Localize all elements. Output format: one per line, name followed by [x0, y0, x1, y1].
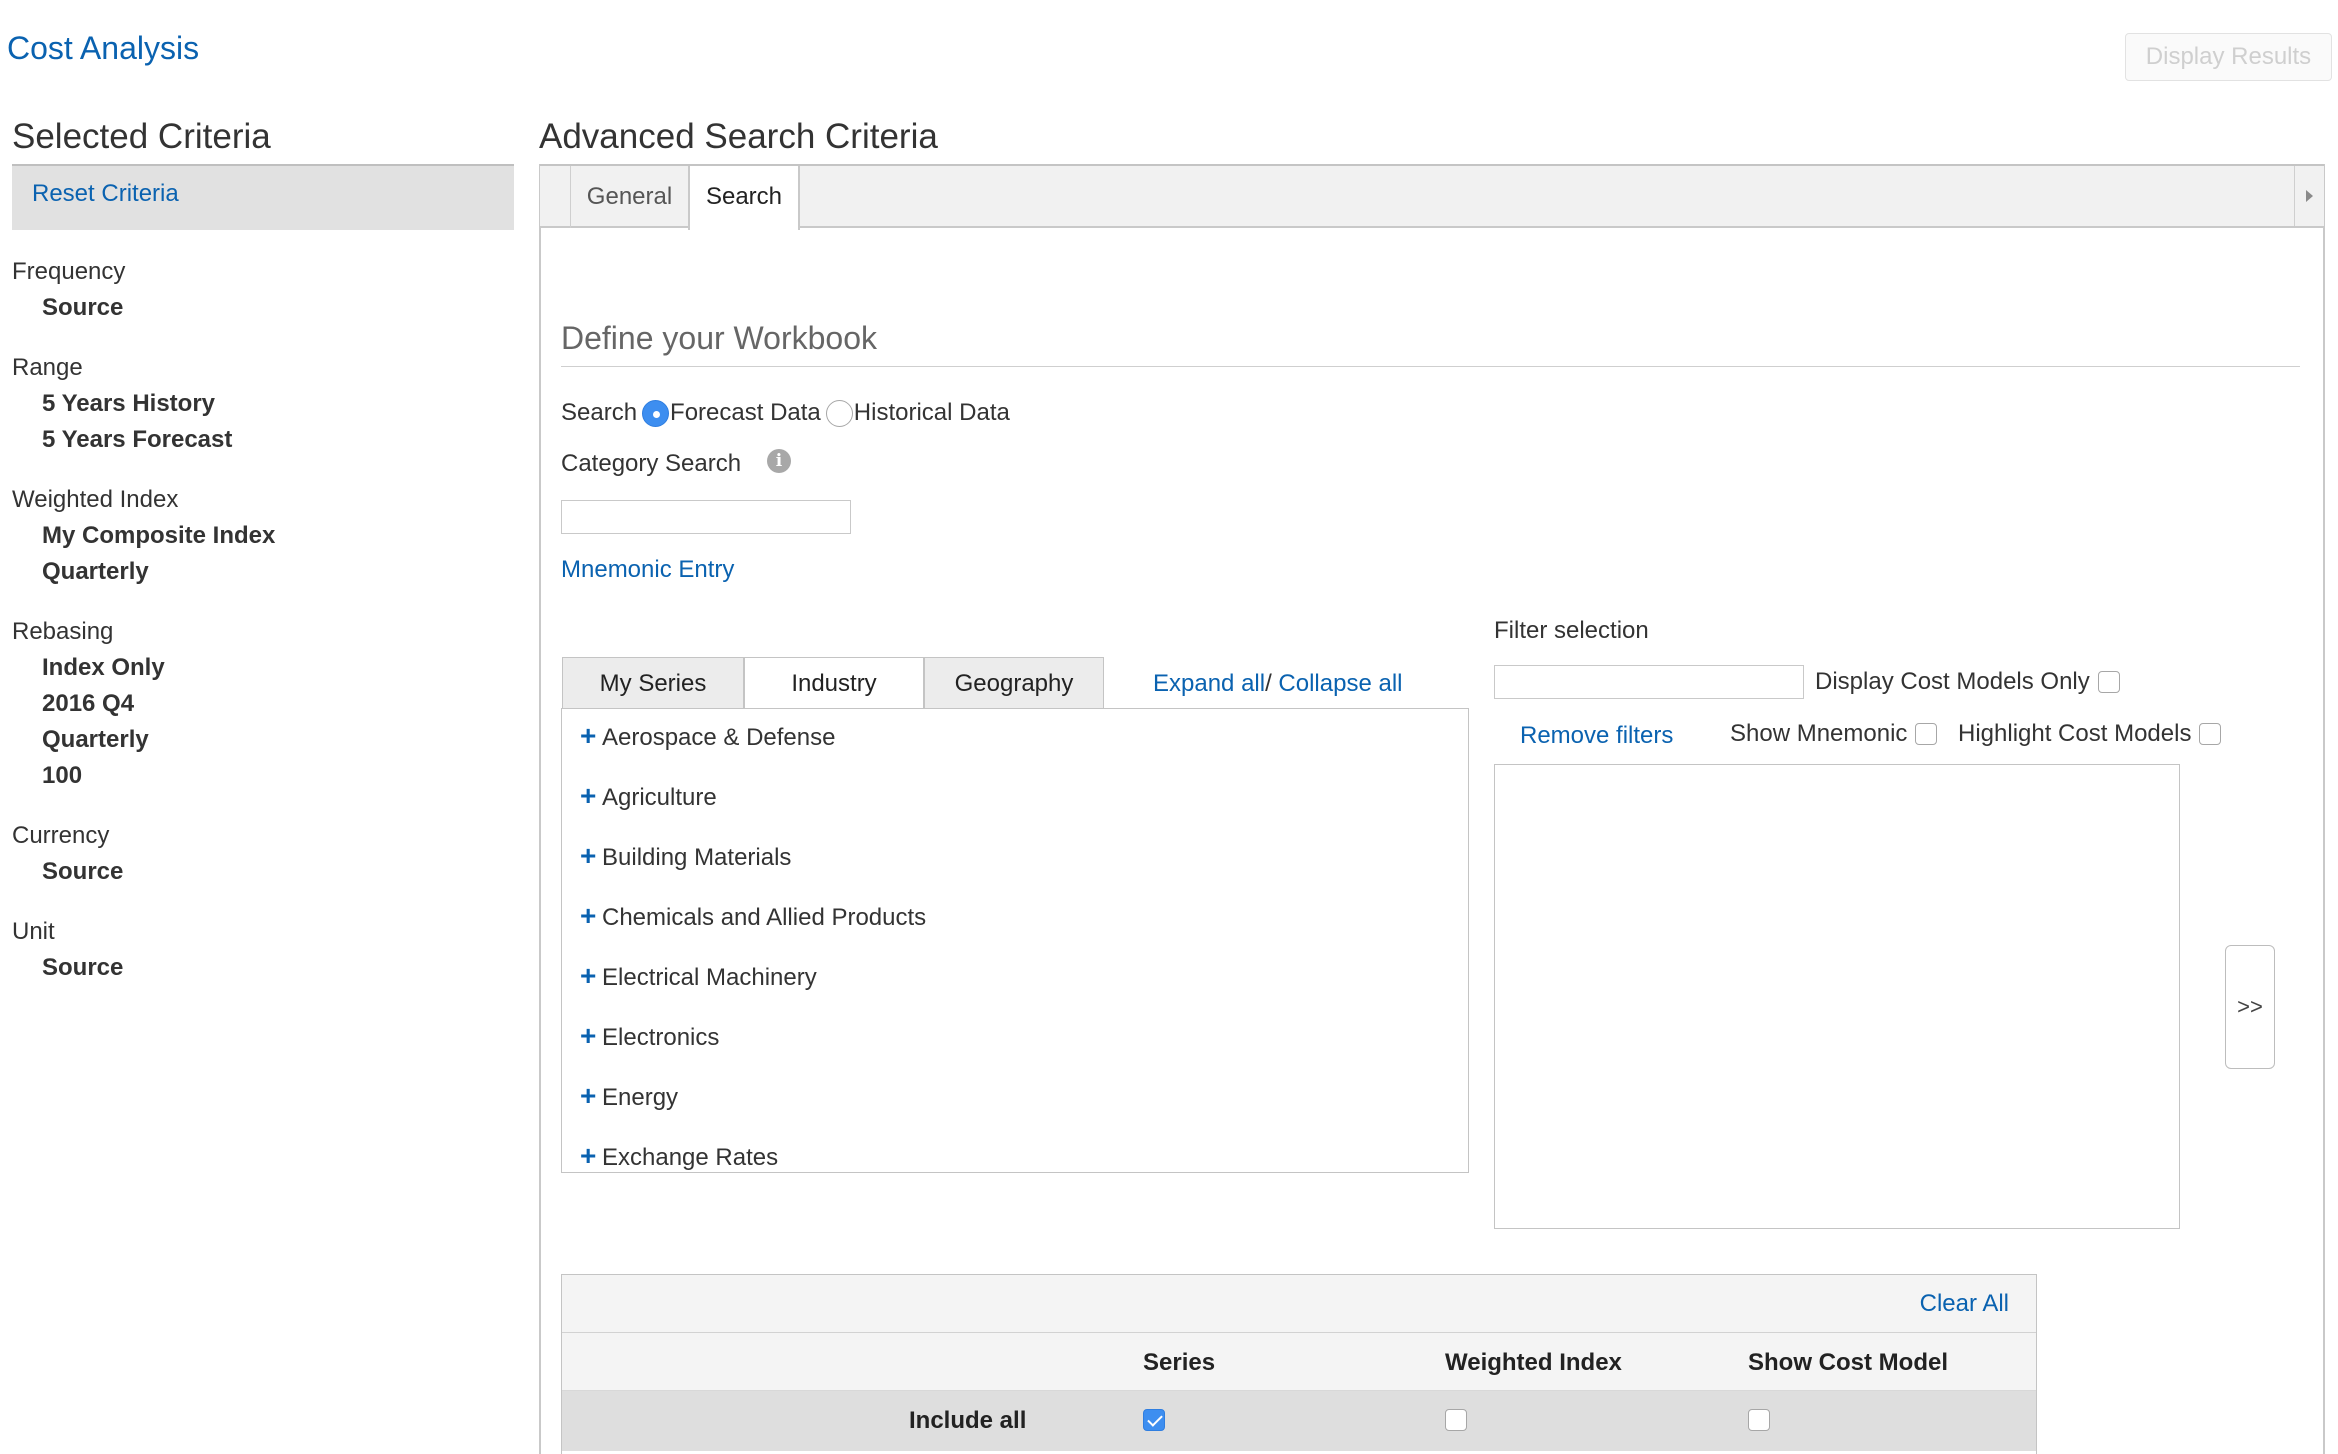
criteria-label: Range: [12, 354, 83, 381]
expand-plus-icon[interactable]: +: [580, 781, 596, 811]
selection-table-header: Series Weighted Index Show Cost Model: [562, 1333, 2036, 1391]
tab-bar: General Search: [540, 164, 2324, 230]
tree-item[interactable]: + Electrical Machinery: [580, 961, 817, 992]
selection-table: Clear All Series Weighted Index Show Cos…: [561, 1274, 2037, 1454]
expand-plus-icon[interactable]: +: [580, 1021, 596, 1051]
selected-criteria-title: Selected Criteria: [12, 117, 271, 156]
show-mnemonic-row: Show Mnemonic: [1730, 720, 1938, 748]
include-all-weighted-index-checkbox[interactable]: [1445, 1409, 1467, 1431]
collapse-all-link[interactable]: Collapse all: [1278, 670, 1402, 697]
highlight-cost-models-checkbox[interactable]: [2199, 723, 2222, 745]
tree-item[interactable]: + Agriculture: [580, 781, 717, 812]
criteria-value: Quarterly: [42, 558, 149, 585]
tab-general[interactable]: General: [570, 166, 688, 228]
criteria-frequency: Frequency Source: [12, 254, 492, 326]
highlight-cost-models-row: Highlight Cost Models: [1958, 720, 2222, 748]
criteria-label: Frequency: [12, 258, 126, 285]
criteria-value: 100: [42, 762, 83, 789]
clear-all-link[interactable]: Clear All: [1920, 1290, 2009, 1318]
criteria-value: Source: [42, 294, 124, 321]
display-cost-models-checkbox[interactable]: [2097, 671, 2120, 693]
display-results-button[interactable]: Display Results: [2125, 33, 2332, 81]
tab-my-series[interactable]: My Series: [562, 657, 744, 709]
show-mnemonic-checkbox[interactable]: [1915, 723, 1938, 745]
criteria-label: Rebasing: [12, 618, 114, 645]
expand-plus-icon[interactable]: +: [580, 1141, 596, 1171]
category-search-input[interactable]: [561, 500, 851, 534]
advanced-search-title: Advanced Search Criteria: [539, 117, 938, 156]
forecast-radio[interactable]: [642, 399, 670, 427]
criteria-value: Source: [42, 858, 124, 885]
tree-item[interactable]: + Aerospace & Defense: [580, 721, 835, 752]
criteria-label: Currency: [12, 822, 110, 849]
tab-industry[interactable]: Industry: [744, 657, 924, 710]
display-cost-models-row: Display Cost Models Only: [1815, 668, 2120, 696]
display-cost-models-label: Display Cost Models Only: [1815, 668, 2090, 695]
historical-label[interactable]: Historical Data: [854, 399, 1010, 427]
expand-plus-icon[interactable]: +: [580, 841, 596, 871]
include-all-show-cost-model-checkbox[interactable]: [1748, 1409, 1770, 1431]
reset-criteria-bar: Reset Criteria: [12, 166, 514, 230]
criteria-label: Weighted Index: [12, 486, 179, 513]
tab-geography[interactable]: Geography: [924, 657, 1104, 709]
criteria-unit: Unit Source: [12, 914, 492, 986]
criteria-value: 5 Years Forecast: [42, 426, 233, 453]
info-icon[interactable]: i: [767, 449, 791, 473]
selection-table-toolbar: Clear All: [562, 1275, 2036, 1333]
add-selection-button[interactable]: >>: [2225, 945, 2275, 1069]
table-row: Include all: [562, 1391, 2036, 1451]
search-label: Search: [561, 399, 638, 426]
tab-search[interactable]: Search: [688, 166, 800, 230]
define-workbook-title: Define your Workbook: [561, 320, 877, 356]
expand-plus-icon[interactable]: +: [580, 961, 596, 991]
forecast-label[interactable]: Forecast Data: [670, 399, 821, 427]
criteria-label: Unit: [12, 918, 55, 945]
criteria-value: Quarterly: [42, 726, 149, 753]
filter-selection-input[interactable]: [1494, 665, 1804, 699]
historical-radio[interactable]: [825, 399, 853, 427]
expand-plus-icon[interactable]: +: [580, 901, 596, 931]
filter-selection-label: Filter selection: [1494, 617, 1649, 644]
column-header-series: Series: [1143, 1349, 1216, 1376]
tree-item[interactable]: + Building Materials: [580, 841, 791, 872]
expand-all-link[interactable]: Expand all: [1153, 670, 1265, 697]
criteria-value: Source: [42, 954, 124, 981]
criteria-value: Index Only: [42, 654, 165, 681]
expand-plus-icon[interactable]: +: [580, 721, 596, 751]
mnemonic-entry-link[interactable]: Mnemonic Entry: [561, 556, 734, 584]
criteria-value: My Composite Index: [42, 522, 276, 549]
tree-item[interactable]: + Chemicals and Allied Products: [580, 901, 926, 932]
criteria-rebasing: Rebasing Index Only 2016 Q4 Quarterly 10…: [12, 614, 492, 794]
category-search-label: Category Search: [561, 450, 742, 477]
divider: [561, 366, 2300, 367]
column-header-show-cost-model: Show Cost Model: [1748, 1349, 1948, 1376]
criteria-range: Range 5 Years History 5 Years Forecast: [12, 350, 492, 458]
criteria-value: 5 Years History: [42, 390, 216, 417]
app-title: Cost Analysis: [7, 30, 200, 66]
highlight-cost-models-label: Highlight Cost Models: [1958, 720, 2192, 747]
show-mnemonic-label: Show Mnemonic: [1730, 720, 1908, 747]
criteria-value: 2016 Q4: [42, 690, 135, 717]
criteria-currency: Currency Source: [12, 818, 492, 890]
expand-plus-icon[interactable]: +: [580, 1081, 596, 1111]
remove-filters-link[interactable]: Remove filters: [1520, 722, 1673, 750]
expand-collapse-links: Expand all/ Collapse all: [1153, 670, 1403, 697]
tree-item[interactable]: + Energy: [580, 1081, 678, 1112]
column-header-weighted-index: Weighted Index: [1445, 1349, 1622, 1376]
tree-item[interactable]: + Exchange Rates: [580, 1141, 778, 1172]
reset-criteria-link[interactable]: Reset Criteria: [32, 180, 179, 208]
tree-item[interactable]: + Electronics: [580, 1021, 719, 1052]
filter-results-list[interactable]: [1494, 764, 2180, 1229]
include-all-label: Include all: [909, 1407, 1027, 1434]
search-type-row: Search Forecast Data Historical Data: [561, 398, 1010, 428]
industry-tree: + Aerospace & Defense + Agriculture + Build…: [561, 708, 1469, 1173]
include-all-series-checkbox[interactable]: [1143, 1409, 1165, 1431]
criteria-weighted-index: Weighted Index My Composite Index Quarte…: [12, 482, 492, 590]
tab-scroll-right-icon[interactable]: [2294, 166, 2324, 226]
